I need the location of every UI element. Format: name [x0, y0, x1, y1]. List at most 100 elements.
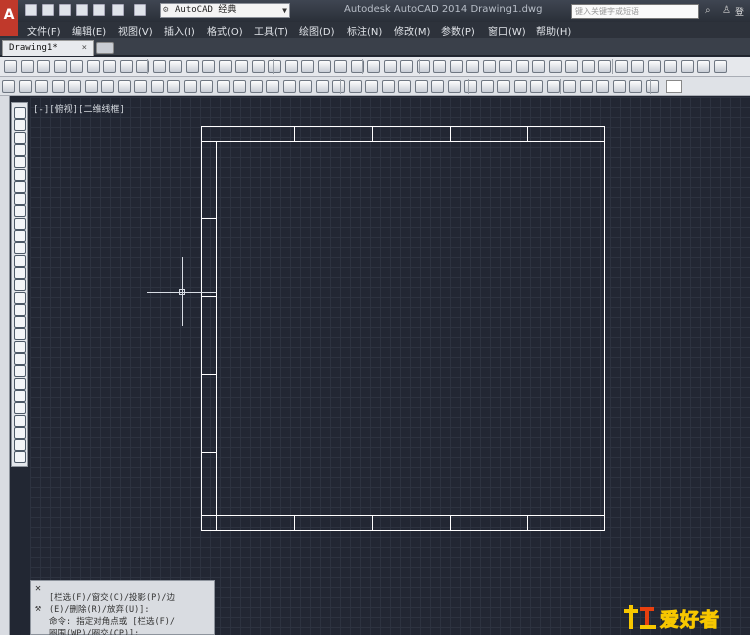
toolbar-button-icon[interactable]	[565, 60, 578, 73]
layer-dropdown[interactable]	[666, 80, 682, 93]
draw-tool-icon[interactable]	[14, 377, 26, 390]
draw-tool-icon[interactable]	[14, 328, 26, 341]
toolbar-button-icon[interactable]	[645, 80, 659, 93]
toolbar-button-icon[interactable]	[84, 80, 98, 93]
toolbar-button-icon[interactable]	[579, 80, 593, 93]
toolbar-button-icon[interactable]	[86, 60, 100, 73]
draw-tool-icon[interactable]	[14, 451, 26, 464]
draw-tool-icon[interactable]	[14, 402, 26, 415]
toolbar-button-icon[interactable]	[103, 60, 116, 73]
toolbar-button-icon[interactable]	[317, 60, 331, 73]
menu-item-file[interactable]: 文件(F)	[27, 23, 61, 38]
save-as-icon[interactable]	[76, 4, 88, 16]
toolbar-button-icon[interactable]	[35, 80, 48, 93]
toolbar-button-icon[interactable]	[631, 60, 644, 73]
toolbar-button-icon[interactable]	[68, 80, 81, 93]
toolbar-button-icon[interactable]	[200, 80, 213, 93]
toolbar-button-icon[interactable]	[433, 60, 446, 73]
toolbar-button-icon[interactable]	[400, 60, 413, 73]
toolbar-button-icon[interactable]	[167, 80, 180, 93]
toolbar-button-icon[interactable]	[383, 60, 397, 73]
toolbar-button-icon[interactable]	[37, 60, 50, 73]
toolbar-button-icon[interactable]	[235, 60, 248, 73]
signin-label[interactable]: 登	[735, 5, 744, 18]
toolbar-button-icon[interactable]	[284, 60, 298, 73]
toolbar-button-icon[interactable]	[596, 80, 609, 93]
draw-tool-icon[interactable]	[14, 316, 26, 329]
toolbar-button-icon[interactable]	[134, 80, 147, 93]
draw-tool-icon[interactable]	[14, 340, 26, 353]
toolbar-button-icon[interactable]	[268, 60, 281, 73]
toolbar-button-icon[interactable]	[614, 60, 628, 73]
toolbar-button-icon[interactable]	[301, 60, 314, 73]
toolbar-button-icon[interactable]	[299, 80, 312, 93]
menu-item-dimension[interactable]: 标注(N)	[347, 23, 382, 38]
toolbar-button-icon[interactable]	[119, 60, 133, 73]
toolbar-button-icon[interactable]	[563, 80, 576, 93]
toolbar-button-icon[interactable]	[367, 60, 380, 73]
toolbar-button-icon[interactable]	[612, 80, 626, 93]
close-icon[interactable]: ✕	[35, 583, 41, 594]
draw-tool-icon[interactable]	[14, 353, 26, 365]
toolbar-button-icon[interactable]	[101, 80, 114, 93]
menu-item-parameters[interactable]: 参数(P)	[441, 23, 475, 38]
toolbar-button-icon[interactable]	[332, 80, 345, 93]
menu-item-modify[interactable]: 修改(M)	[394, 23, 430, 38]
toolbar-button-icon[interactable]	[150, 80, 164, 93]
toolbar-button-icon[interactable]	[480, 80, 494, 93]
toolbar-button-icon[interactable]	[581, 60, 595, 73]
close-icon[interactable]: ×	[82, 41, 87, 55]
toolbar-button-icon[interactable]	[152, 60, 166, 73]
draw-tool-icon[interactable]	[14, 254, 26, 267]
toolbar-button-icon[interactable]	[664, 60, 677, 73]
menu-item-view[interactable]: 视图(V)	[118, 23, 153, 38]
toolbar-button-icon[interactable]	[365, 80, 378, 93]
toolbar-button-icon[interactable]	[431, 80, 444, 93]
toolbar-button-icon[interactable]	[499, 60, 512, 73]
draw-tool-icon[interactable]	[14, 119, 26, 132]
draw-tool-icon[interactable]	[14, 365, 26, 378]
menu-item-edit[interactable]: 编辑(E)	[72, 23, 106, 38]
menu-item-draw[interactable]: 绘图(D)	[299, 23, 335, 38]
toolbar-button-icon[interactable]	[334, 60, 347, 73]
workspace-select[interactable]: ⚙ AutoCAD 经典 ▼	[160, 3, 290, 18]
user-icon[interactable]: ♙	[722, 5, 731, 16]
toolbar-button-icon[interactable]	[680, 60, 694, 73]
toolbar-button-icon[interactable]	[647, 60, 661, 73]
toolbar-button-icon[interactable]	[713, 60, 727, 73]
toolbar-button-icon[interactable]	[381, 80, 395, 93]
autocad-logo-icon[interactable]: A	[0, 0, 18, 36]
draw-tool-icon[interactable]	[14, 168, 26, 181]
toolbar-button-icon[interactable]	[348, 80, 362, 93]
toolbar-button-icon[interactable]	[464, 80, 477, 93]
menu-item-tools[interactable]: 工具(T)	[254, 23, 288, 38]
draw-tool-icon[interactable]	[14, 266, 26, 279]
toolbar-button-icon[interactable]	[282, 80, 296, 93]
print-icon[interactable]	[93, 4, 105, 16]
tab-drawing1[interactable]: Drawing1* ×	[2, 40, 94, 56]
toolbar-button-icon[interactable]	[515, 60, 529, 73]
toolbar-button-icon[interactable]	[449, 60, 463, 73]
draw-tool-icon[interactable]	[14, 303, 26, 316]
save-icon[interactable]	[59, 4, 71, 16]
draw-tool-icon[interactable]	[14, 107, 26, 119]
wrench-icon[interactable]: ⚒	[35, 603, 41, 614]
toolbar-button-icon[interactable]	[251, 60, 265, 73]
draw-tool-icon[interactable]	[14, 205, 26, 218]
draw-tool-icon[interactable]	[14, 143, 26, 156]
draw-tool-icon[interactable]	[14, 389, 26, 402]
toolbar-button-icon[interactable]	[20, 60, 34, 73]
toolbar-button-icon[interactable]	[513, 80, 527, 93]
toolbar-button-icon[interactable]	[2, 80, 15, 93]
menu-item-window[interactable]: 窗口(W)	[488, 23, 526, 38]
help-search-input[interactable]: 键入关键字或短语	[571, 4, 699, 19]
draw-tool-icon[interactable]	[14, 414, 26, 427]
toolbar-button-icon[interactable]	[18, 80, 32, 93]
toolbar-button-icon[interactable]	[548, 60, 562, 73]
binoculars-icon[interactable]: ⌕	[705, 5, 711, 16]
toolbar-button-icon[interactable]	[249, 80, 263, 93]
toolbar-button-icon[interactable]	[414, 80, 428, 93]
menu-item-insert[interactable]: 插入(I)	[164, 23, 195, 38]
toolbar-button-icon[interactable]	[447, 80, 461, 93]
redo-icon[interactable]	[134, 4, 146, 16]
